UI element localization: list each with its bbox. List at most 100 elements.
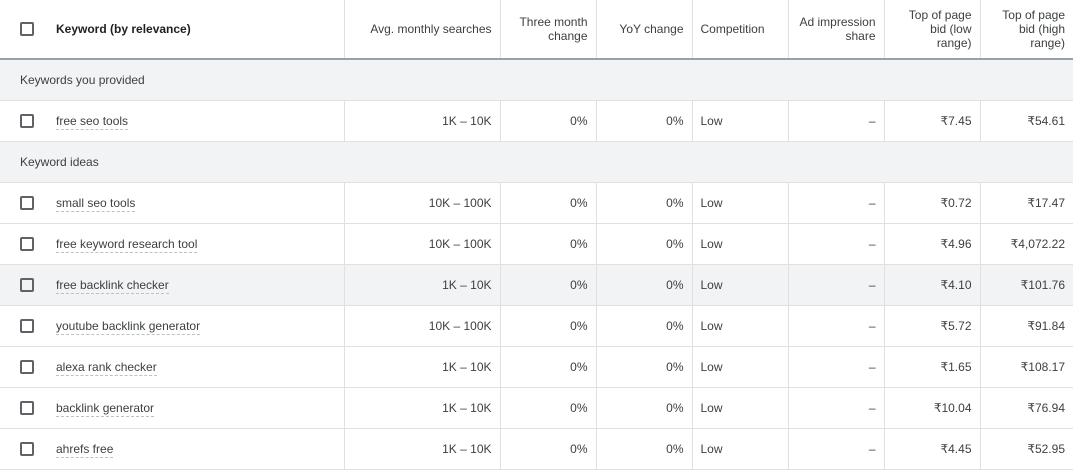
row-checkbox[interactable] xyxy=(20,236,34,251)
cell-three-month-change: 0% xyxy=(500,264,597,306)
keyword-text[interactable]: free keyword research tool xyxy=(56,236,198,253)
cell-searches: 10K – 100K xyxy=(344,223,501,265)
cell-three-month-change: 0% xyxy=(500,223,597,265)
header-bid-low[interactable]: Top of page bid (low range) xyxy=(884,0,981,60)
cell-ad-impression-share: – xyxy=(788,387,885,429)
row-checkbox[interactable] xyxy=(20,318,34,333)
cell-yoy-change: 0% xyxy=(596,100,693,142)
cell-bid-low: ₹1.65 xyxy=(884,346,981,388)
header-bid-high[interactable]: Top of page bid (high range) xyxy=(980,0,1073,60)
cell-bid-low: ₹4.10 xyxy=(884,264,981,306)
cell-ad-impression-share: – xyxy=(788,305,885,347)
header-yoy-change[interactable]: YoY change xyxy=(596,0,693,60)
cell-three-month-change: 0% xyxy=(500,100,597,142)
cell-bid-high: ₹17.47 xyxy=(980,182,1073,224)
cell-searches: 1K – 10K xyxy=(344,100,501,142)
cell-yoy-change: 0% xyxy=(596,182,693,224)
cell-three-month-change: 0% xyxy=(500,387,597,429)
cell-bid-low: ₹10.04 xyxy=(884,387,981,429)
cell-keyword: backlink generator xyxy=(48,387,345,429)
cell-yoy-change: 0% xyxy=(596,346,693,388)
row-checkbox-cell[interactable] xyxy=(0,223,48,265)
row-checkbox-cell[interactable] xyxy=(0,387,48,429)
cell-ad-impression-share: – xyxy=(788,100,885,142)
header-keyword[interactable]: Keyword (by relevance) xyxy=(48,0,345,60)
group-header-provided: Keywords you provided xyxy=(0,59,1073,101)
row-checkbox-cell[interactable] xyxy=(0,182,48,224)
cell-searches: 10K – 100K xyxy=(344,305,501,347)
keyword-text[interactable]: free backlink checker xyxy=(56,277,169,294)
header-competition[interactable]: Competition xyxy=(692,0,789,60)
row-checkbox[interactable] xyxy=(20,441,34,456)
cell-bid-low: ₹0.72 xyxy=(884,182,981,224)
cell-competition: Low xyxy=(692,264,789,306)
table-row[interactable]: ahrefs free 1K – 10K 0% 0% Low – ₹4.45 ₹52.95 xyxy=(0,428,1073,470)
table-row[interactable]: free backlink checker 1K – 10K 0% 0% Low – ₹4.… xyxy=(0,264,1073,306)
cell-searches: 10K – 100K xyxy=(344,182,501,224)
keyword-text[interactable]: alexa rank checker xyxy=(56,359,157,376)
cell-ad-impression-share: – xyxy=(788,428,885,470)
header-avg-monthly-searches[interactable]: Avg. monthly searches xyxy=(344,0,501,60)
cell-bid-high: ₹91.84 xyxy=(980,305,1073,347)
cell-yoy-change: 0% xyxy=(596,387,693,429)
table-row[interactable]: free keyword research tool 10K – 100K 0% 0%… xyxy=(0,223,1073,265)
keyword-text[interactable]: small seo tools xyxy=(56,195,136,212)
header-three-month-change[interactable]: Three month change xyxy=(500,0,597,60)
table-row[interactable]: youtube backlink generator 10K – 100K 0% 0%… xyxy=(0,305,1073,347)
row-checkbox[interactable] xyxy=(20,359,34,374)
select-all-cell[interactable] xyxy=(0,0,48,60)
cell-searches: 1K – 10K xyxy=(344,264,501,306)
cell-bid-high: ₹54.61 xyxy=(980,100,1073,142)
table-row[interactable]: backlink generator 1K – 10K 0% 0% Low – ₹10.04… xyxy=(0,387,1073,429)
row-checkbox-cell[interactable] xyxy=(0,100,48,142)
cell-competition: Low xyxy=(692,223,789,265)
group-label: Keywords you provided xyxy=(0,59,1073,101)
cell-three-month-change: 0% xyxy=(500,346,597,388)
cell-bid-high: ₹101.76 xyxy=(980,264,1073,306)
cell-keyword: ahrefs free xyxy=(48,428,345,470)
cell-keyword: alexa rank checker xyxy=(48,346,345,388)
cell-competition: Low xyxy=(692,305,789,347)
cell-three-month-change: 0% xyxy=(500,305,597,347)
cell-bid-low: ₹4.96 xyxy=(884,223,981,265)
table-row[interactable]: free seo tools 1K – 10K 0% 0% Low – ₹7.45 ₹54.6… xyxy=(0,100,1073,142)
cell-keyword: small seo tools xyxy=(48,182,345,224)
keyword-ideas-table: Keyword (by relevance) Avg. monthly sear… xyxy=(0,0,1073,470)
cell-three-month-change: 0% xyxy=(500,428,597,470)
cell-yoy-change: 0% xyxy=(596,428,693,470)
cell-bid-low: ₹5.72 xyxy=(884,305,981,347)
table-row[interactable]: small seo tools 10K – 100K 0% 0% Low – ₹0.72 ₹1… xyxy=(0,182,1073,224)
cell-searches: 1K – 10K xyxy=(344,387,501,429)
cell-keyword: youtube backlink generator xyxy=(48,305,345,347)
cell-keyword: free backlink checker xyxy=(48,264,345,306)
select-all-checkbox[interactable] xyxy=(20,22,34,37)
row-checkbox[interactable] xyxy=(20,400,34,415)
keyword-text[interactable]: youtube backlink generator xyxy=(56,318,201,335)
cell-ad-impression-share: – xyxy=(788,346,885,388)
cell-keyword: free keyword research tool xyxy=(48,223,345,265)
row-checkbox-cell[interactable] xyxy=(0,305,48,347)
row-checkbox-cell[interactable] xyxy=(0,346,48,388)
keyword-text[interactable]: backlink generator xyxy=(56,400,155,417)
table-row[interactable]: alexa rank checker 1K – 10K 0% 0% Low – ₹1.65 ₹… xyxy=(0,346,1073,388)
row-checkbox-cell[interactable] xyxy=(0,264,48,306)
table-header-row: Keyword (by relevance) Avg. monthly sear… xyxy=(0,0,1073,60)
cell-bid-high: ₹76.94 xyxy=(980,387,1073,429)
cell-searches: 1K – 10K xyxy=(344,428,501,470)
group-header-ideas: Keyword ideas xyxy=(0,141,1073,183)
row-checkbox[interactable] xyxy=(20,195,34,210)
header-ad-impression-share[interactable]: Ad impression share xyxy=(788,0,885,60)
cell-bid-high: ₹4,072.22 xyxy=(980,223,1073,265)
row-checkbox-cell[interactable] xyxy=(0,428,48,470)
row-checkbox[interactable] xyxy=(20,113,34,128)
cell-competition: Low xyxy=(692,428,789,470)
keyword-text[interactable]: free seo tools xyxy=(56,113,129,130)
cell-three-month-change: 0% xyxy=(500,182,597,224)
cell-yoy-change: 0% xyxy=(596,305,693,347)
cell-bid-low: ₹4.45 xyxy=(884,428,981,470)
cell-competition: Low xyxy=(692,387,789,429)
keyword-text[interactable]: ahrefs free xyxy=(56,441,114,458)
group-label: Keyword ideas xyxy=(0,141,1073,183)
row-checkbox[interactable] xyxy=(20,277,34,292)
cell-searches: 1K – 10K xyxy=(344,346,501,388)
